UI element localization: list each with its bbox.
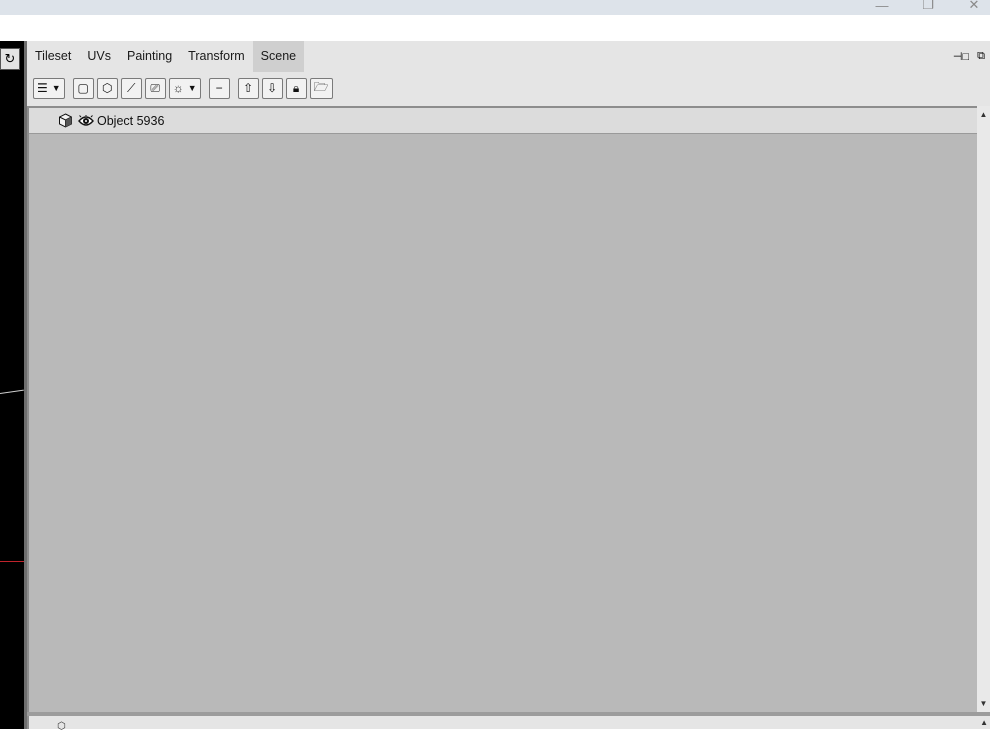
new-object-button[interactable]: ⬡ <box>96 77 118 99</box>
list-item-label: Object 5936 <box>97 113 165 128</box>
scene-toolbar: ☰ ▼ ▢ ⬡ ⟋ ⎚ ☼ ▼ − ⇧ ⇩ 🔒︎ 🗁 <box>33 76 333 100</box>
list-item[interactable]: Object 5936 <box>29 108 977 134</box>
eye-icon[interactable] <box>77 112 95 130</box>
close-button[interactable]: ✕ <box>959 0 989 14</box>
window-title-bar: — ❐ ✕ <box>0 0 990 15</box>
lock-icon: 🔒︎ <box>292 80 300 95</box>
arrow-up-icon: ⇧ <box>243 81 254 95</box>
x-axis-line <box>0 561 24 562</box>
dock-controls: ⊣□ ⧉ <box>952 47 990 65</box>
menu-bar-area <box>0 15 990 41</box>
3d-viewport[interactable]: ↻ <box>0 41 24 729</box>
move-up-button[interactable]: ⇧ <box>237 77 259 99</box>
light-icon: ☼ <box>172 81 184 95</box>
chevron-down-icon: ▼ <box>187 83 197 93</box>
tab-tileset[interactable]: Tileset <box>27 41 79 72</box>
scroll-up-icon[interactable]: ▲ <box>980 718 988 727</box>
open-folder-button[interactable]: 🗁 <box>309 77 333 99</box>
minimize-button[interactable]: — <box>867 0 897 14</box>
tab-scene[interactable]: Scene <box>252 41 305 72</box>
new-bone-button[interactable]: ⟋ <box>120 77 142 99</box>
scrollbar[interactable]: ▲ ▼ <box>977 106 990 712</box>
refresh-icon[interactable]: ↻ <box>0 48 20 70</box>
tab-transform[interactable]: Transform <box>180 41 253 72</box>
tab-uvs[interactable]: UVs <box>79 41 119 72</box>
float-window-icon[interactable]: ⧉ <box>972 47 990 65</box>
new-shape-button[interactable]: ▢ <box>72 77 94 99</box>
grid-axis-line <box>0 389 24 394</box>
cube-icon: ⬡ <box>57 721 66 732</box>
chevron-down-icon: ▼ <box>51 83 61 93</box>
new-light-dropdown-button[interactable]: ☼ ▼ <box>168 77 201 99</box>
new-camera-button[interactable]: ⎚ <box>144 77 166 99</box>
cube-icon <box>56 112 74 130</box>
move-down-button[interactable]: ⇩ <box>261 77 283 99</box>
maximize-button[interactable]: ❐ <box>913 0 943 14</box>
undock-icon[interactable]: ⊣□ <box>952 47 970 65</box>
minus-icon: − <box>215 81 223 95</box>
cube-icon: ⬡ <box>101 81 113 95</box>
bone-icon: ⟋ <box>126 80 136 95</box>
remove-button[interactable]: − <box>208 77 230 99</box>
camera-icon: ⎚ <box>150 80 160 95</box>
scroll-up-icon[interactable]: ▲ <box>977 108 990 121</box>
lock-button[interactable]: 🔒︎ <box>285 77 307 99</box>
folder-icon: 🗁 <box>313 79 329 94</box>
hamburger-icon: ☰ <box>37 81 48 95</box>
arrow-down-icon: ⇩ <box>267 81 278 95</box>
properties-panel: ⬡ ▲ <box>27 716 990 732</box>
scene-tree[interactable]: Object 5936 <box>27 106 977 712</box>
scene-panel: Tileset UVs Painting Transform Scene ⊣□ … <box>27 41 990 732</box>
scroll-down-icon[interactable]: ▼ <box>977 697 990 710</box>
panel-tabs: Tileset UVs Painting Transform Scene <box>27 41 305 72</box>
menu-dropdown-button[interactable]: ☰ ▼ <box>33 77 65 99</box>
shape-icon: ▢ <box>77 81 89 95</box>
tab-painting[interactable]: Painting <box>119 41 180 72</box>
